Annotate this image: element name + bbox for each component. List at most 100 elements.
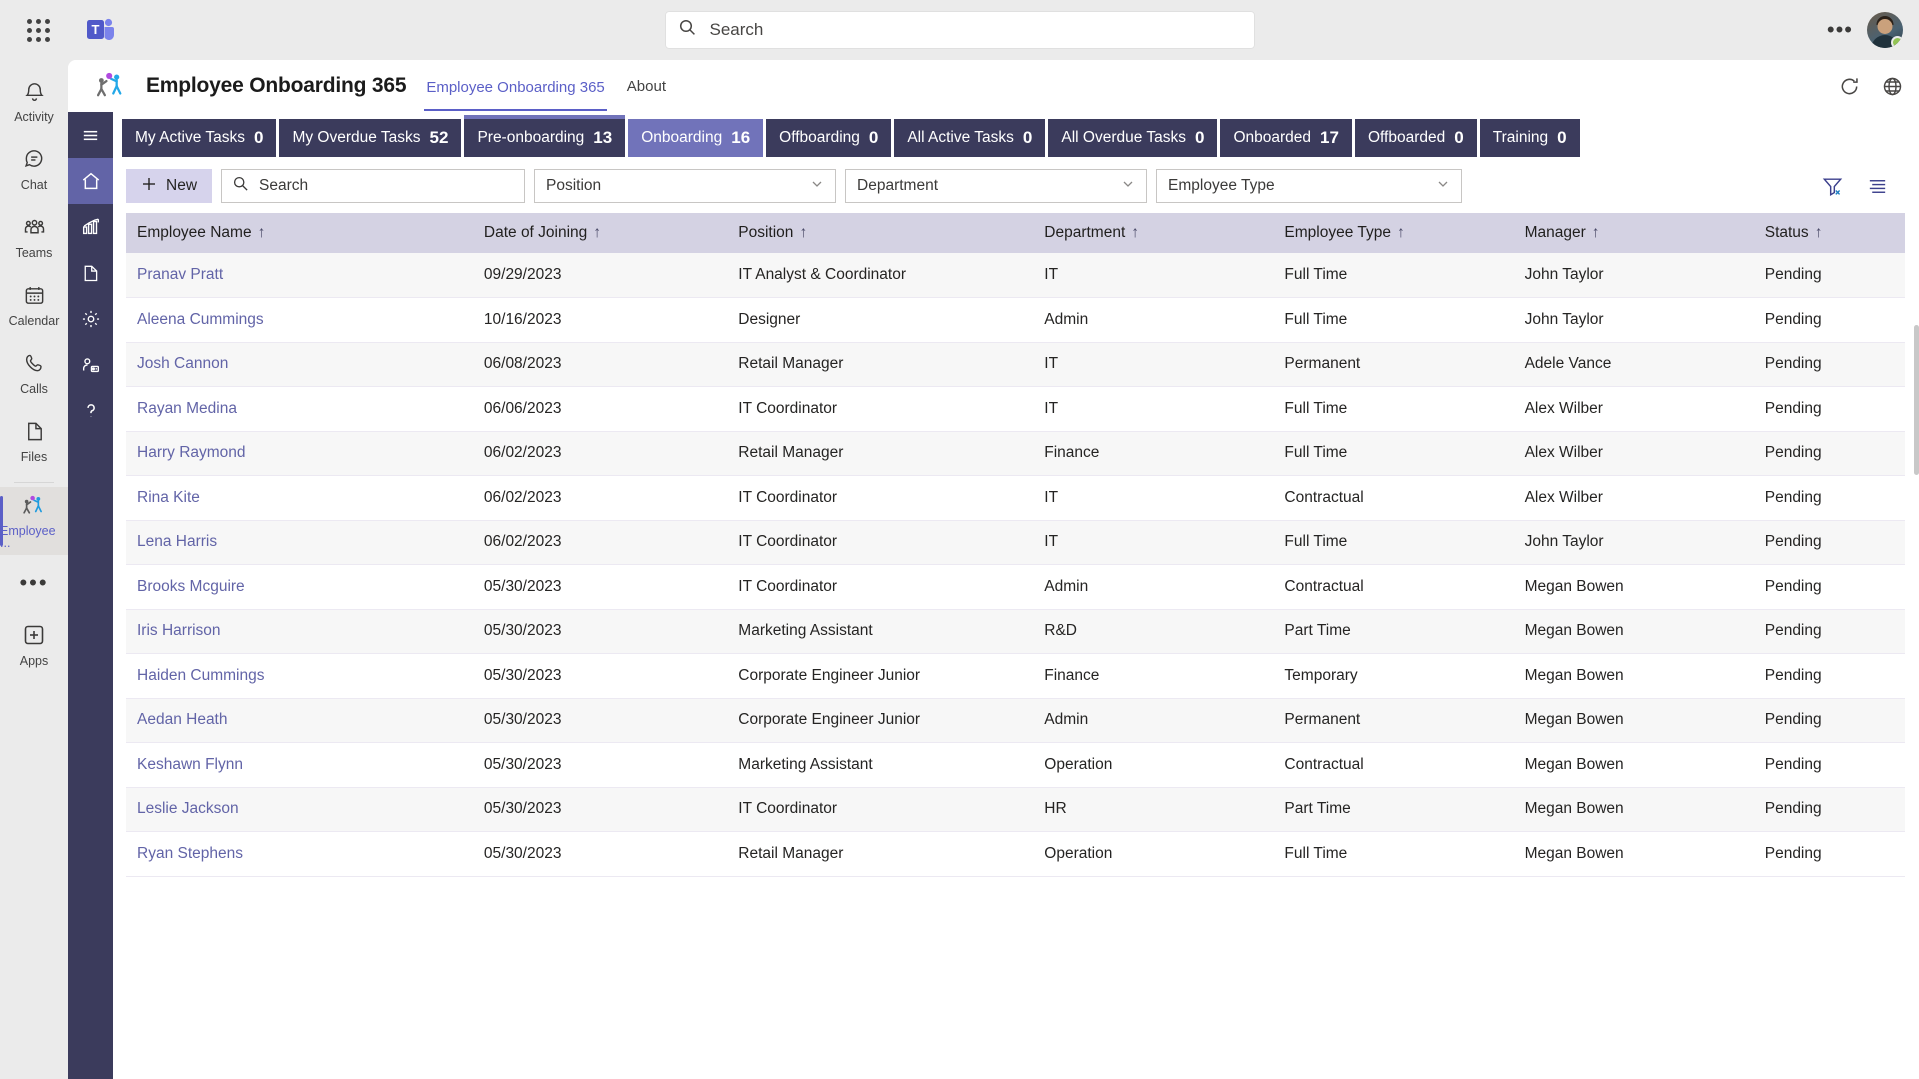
cell-type: Full Time (1273, 253, 1514, 298)
vertical-scrollbar[interactable] (1914, 213, 1919, 1079)
tab-about[interactable]: About (625, 74, 668, 99)
view-tab-onboarded[interactable]: Onboarded 17 (1220, 119, 1352, 157)
chat-bubble-icon (23, 148, 46, 176)
view-tab-pre-onboarding[interactable]: Pre-onboarding 13 (464, 115, 626, 157)
view-tab-onboarding[interactable]: Onboarding 16 (628, 119, 764, 157)
search-input[interactable]: Search (221, 169, 526, 203)
nav-settings[interactable] (68, 296, 113, 342)
view-tab-offboarded[interactable]: Offboarded 0 (1354, 119, 1477, 157)
table-row[interactable]: Aedan Heath 05/30/2023 Corporate Engineer … (126, 698, 1905, 743)
cell-employee-name: Keshawn Flynn (126, 742, 473, 788)
cell-employee-name: Harry Raymond (126, 431, 473, 476)
new-button[interactable]: New (126, 169, 213, 203)
column-header-position[interactable]: Position ↑ (727, 213, 1034, 253)
view-tab-training[interactable]: Training 0 (1479, 119, 1580, 157)
nav-reports[interactable] (68, 204, 113, 250)
more-options-icon[interactable]: ••• (1827, 19, 1853, 41)
employee-name-link[interactable]: Josh Cannon (137, 355, 228, 372)
employee-name-link[interactable]: Aedan Heath (137, 711, 228, 728)
table-row[interactable]: Brooks Mcguire 05/30/2023 IT Coordinator Ad… (126, 564, 1905, 610)
teams-app-rail: Activity Chat Teams Calendar Calls Files… (0, 60, 68, 1079)
employee-name-link[interactable]: Haiden Cummings (137, 667, 265, 684)
nav-home[interactable] (68, 158, 113, 204)
sidebar-item-chat[interactable]: Chat (0, 136, 68, 204)
employee-name-link[interactable]: Keshawn Flynn (137, 756, 243, 773)
cell-employee-name: Haiden Cummings (126, 653, 473, 699)
sidebar-item-calendar[interactable]: Calendar (0, 272, 68, 340)
cell-position: IT Coordinator (727, 787, 1034, 832)
sidebar-item-employee-onboarding[interactable]: Employee ... (0, 487, 68, 555)
employee-name-link[interactable]: Lena Harris (137, 533, 217, 550)
department-filter[interactable]: Department (845, 169, 1148, 203)
column-header-date-of-joining[interactable]: Date of Joining ↑ (472, 213, 728, 253)
table-row[interactable]: Iris Harrison 05/30/2023 Marketing Assista… (126, 609, 1905, 654)
cell-manager: John Taylor (1513, 520, 1754, 565)
table-row[interactable]: Josh Cannon 06/08/2023 Retail Manager IT Per… (126, 342, 1905, 387)
table-row[interactable]: Aleena Cummings 10/16/2023 Designer Admin Fu… (126, 297, 1905, 343)
sidebar-item-calls[interactable]: Calls (0, 340, 68, 408)
table-row[interactable]: Haiden Cummings 05/30/2023 Corporate Engin… (126, 653, 1905, 699)
employee-name-link[interactable]: Brooks Mcguire (137, 578, 245, 595)
column-header-employee-name[interactable]: Employee Name ↑ (126, 213, 473, 253)
app-launcher-icon[interactable] (14, 18, 62, 42)
tab-employee-onboarding-365[interactable]: Employee Onboarding 365 (424, 75, 607, 111)
sidebar-item-activity[interactable]: Activity (0, 68, 68, 136)
microsoft-teams-logo: T (84, 13, 118, 47)
employee-type-filter[interactable]: Employee Type (1156, 169, 1463, 203)
employee-name-link[interactable]: Leslie Jackson (137, 800, 239, 817)
column-header-status[interactable]: Status ↑ (1753, 213, 1905, 253)
table-row[interactable]: Leslie Jackson 05/30/2023 IT Coordinator HR… (126, 787, 1905, 832)
sidebar-item-label: Calendar (8, 314, 60, 329)
table-row[interactable]: Keshawn Flynn 05/30/2023 Marketing Assista… (126, 742, 1905, 788)
employee-name-link[interactable]: Harry Raymond (137, 444, 246, 461)
table-row[interactable]: Lena Harris 06/02/2023 IT Coordinator IT Ful… (126, 520, 1905, 565)
table-row[interactable]: Rina Kite 06/02/2023 IT Coordinator IT Contr… (126, 475, 1905, 521)
main-panel: My Active Tasks 0 My Overdue Tasks 52 Pre-on… (113, 112, 1919, 1079)
menu-toggle[interactable] (68, 112, 113, 158)
avatar[interactable] (1867, 12, 1903, 48)
table-row[interactable]: Ryan Stephens 05/30/2023 Retail Manager Ope… (126, 831, 1905, 877)
view-tab-offboarding[interactable]: Offboarding 0 (766, 119, 892, 157)
employee-name-link[interactable]: Rina Kite (137, 489, 200, 506)
sidebar-item-teams[interactable]: Teams (0, 204, 68, 272)
rail-more-apps-icon[interactable]: ••• (0, 555, 68, 611)
clear-filter-icon[interactable] (1821, 175, 1844, 198)
column-header-department[interactable]: Department ↑ (1033, 213, 1274, 253)
table-row[interactable]: Rayan Medina 06/06/2023 IT Coordinator IT Fu… (126, 386, 1905, 432)
refresh-icon[interactable] (1839, 76, 1860, 97)
employee-name-link[interactable]: Iris Harrison (137, 622, 221, 639)
column-header-employee-type[interactable]: Employee Type ↑ (1273, 213, 1514, 253)
nav-documents[interactable] (68, 250, 113, 296)
column-header-manager[interactable]: Manager ↑ (1513, 213, 1754, 253)
employee-name-link[interactable]: Pranav Pratt (137, 266, 223, 283)
nav-users[interactable] (68, 342, 113, 388)
employee-name-link[interactable]: Aleena Cummings (137, 311, 264, 328)
bell-icon (23, 80, 46, 108)
cell-type: Contractual (1273, 742, 1514, 788)
cell-type: Full Time (1273, 431, 1514, 476)
table-header-row: Employee Name ↑ Date of Joining ↑ Position ↑ D… (126, 213, 1905, 253)
nav-help[interactable] (68, 388, 113, 434)
view-tab-all-overdue-tasks[interactable]: All Overdue Tasks 0 (1048, 119, 1218, 157)
global-search-input[interactable]: Search (664, 11, 1255, 49)
table-row[interactable]: Pranav Pratt 09/29/2023 IT Analyst & Coord… (126, 253, 1905, 298)
employee-name-link[interactable]: Ryan Stephens (137, 845, 243, 862)
search-placeholder: Search (259, 177, 309, 194)
table-row[interactable]: Harry Raymond 06/02/2023 Retail Manager Fin… (126, 431, 1905, 476)
sort-ascending-icon: ↑ (1814, 224, 1823, 241)
view-tab-my-active-tasks[interactable]: My Active Tasks 0 (122, 119, 277, 157)
employee-name-link[interactable]: Rayan Medina (137, 400, 237, 417)
cell-employee-name: Leslie Jackson (126, 787, 473, 832)
view-tab-label: Offboarding (779, 129, 860, 146)
cell-position: Retail Manager (727, 431, 1034, 476)
view-tab-all-active-tasks[interactable]: All Active Tasks 0 (894, 119, 1046, 157)
cell-status: Pending (1753, 342, 1905, 387)
sidebar-item-files[interactable]: Files (0, 408, 68, 476)
view-tab-my-overdue-tasks[interactable]: My Overdue Tasks 52 (279, 119, 462, 157)
sidebar-item-apps[interactable]: Apps (0, 611, 68, 679)
position-filter[interactable]: Position (534, 169, 837, 203)
globe-icon[interactable] (1882, 76, 1903, 97)
cell-department: Operation (1033, 831, 1274, 877)
toolbar-icon-group (1821, 175, 1905, 198)
list-options-icon[interactable] (1866, 175, 1889, 198)
